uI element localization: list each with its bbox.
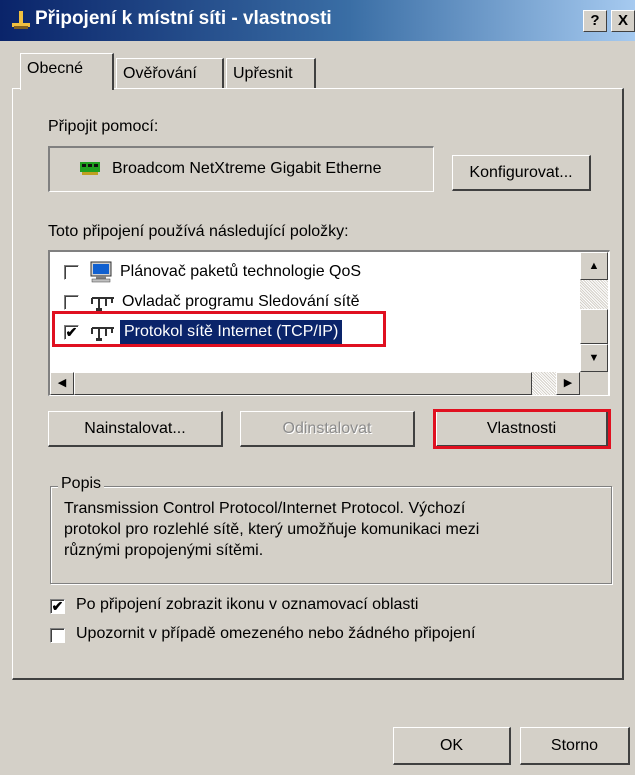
highlight-annotation xyxy=(52,311,386,347)
cancel-button[interactable]: Storno xyxy=(520,727,630,765)
checkbox-qos[interactable] xyxy=(64,265,79,280)
highlight-annotation xyxy=(433,409,611,449)
network-connection-icon xyxy=(10,10,32,30)
scroll-thumb[interactable] xyxy=(580,309,608,344)
ok-button[interactable]: OK xyxy=(393,727,511,765)
scroll-up-button[interactable]: ▲ xyxy=(580,252,608,280)
item-label: Plánovač paketů technologie QoS xyxy=(120,263,362,280)
scroll-down-button[interactable]: ▼ xyxy=(580,344,608,372)
qos-scheduler-icon xyxy=(88,261,114,294)
show-icon-label[interactable]: Po připojení zobrazit ikonu v oznamovací… xyxy=(76,596,418,614)
scroll-corner xyxy=(580,372,608,395)
scroll-right-button[interactable]: ▶ xyxy=(556,372,580,395)
network-card-icon xyxy=(80,160,102,181)
components-label: Toto připojení používá následující polož… xyxy=(48,223,349,240)
notify-label[interactable]: Upozornit v případě omezeného nebo žádné… xyxy=(76,625,475,643)
window-title: Připojení k místní síti - vlastnosti xyxy=(35,8,332,29)
adapter-field: Broadcom NetXtreme Gigabit Etherne xyxy=(48,146,434,192)
connect-using-label: Připojit pomocí: xyxy=(48,118,159,135)
uninstall-button: Odinstalovat xyxy=(240,411,415,447)
install-button[interactable]: Nainstalovat... xyxy=(48,411,223,447)
help-button[interactable]: ? xyxy=(583,10,607,32)
tab-general[interactable]: Obecné xyxy=(20,53,114,90)
description-line: protokol pro rozlehlé sítě, který umožňu… xyxy=(64,521,480,538)
description-line: různými propojenými sítěmi. xyxy=(64,542,264,559)
description-legend: Popis xyxy=(58,475,105,493)
checkbox-network-monitor[interactable] xyxy=(64,295,79,310)
scroll-left-button[interactable]: ◀ xyxy=(50,372,74,395)
tab-advanced[interactable]: Upřesnit xyxy=(226,58,316,88)
checkbox-notify[interactable] xyxy=(50,628,65,643)
configure-button[interactable]: Konfigurovat... xyxy=(452,155,591,191)
adapter-name: Broadcom NetXtreme Gigabit Etherne xyxy=(112,160,382,177)
tab-authentication[interactable]: Ověřování xyxy=(116,58,224,88)
scroll-h-thumb[interactable] xyxy=(74,372,532,395)
close-button[interactable]: X xyxy=(611,10,635,32)
description-line: Transmission Control Protocol/Internet P… xyxy=(64,500,466,517)
checkbox-show-icon[interactable]: ✔ xyxy=(50,599,65,614)
